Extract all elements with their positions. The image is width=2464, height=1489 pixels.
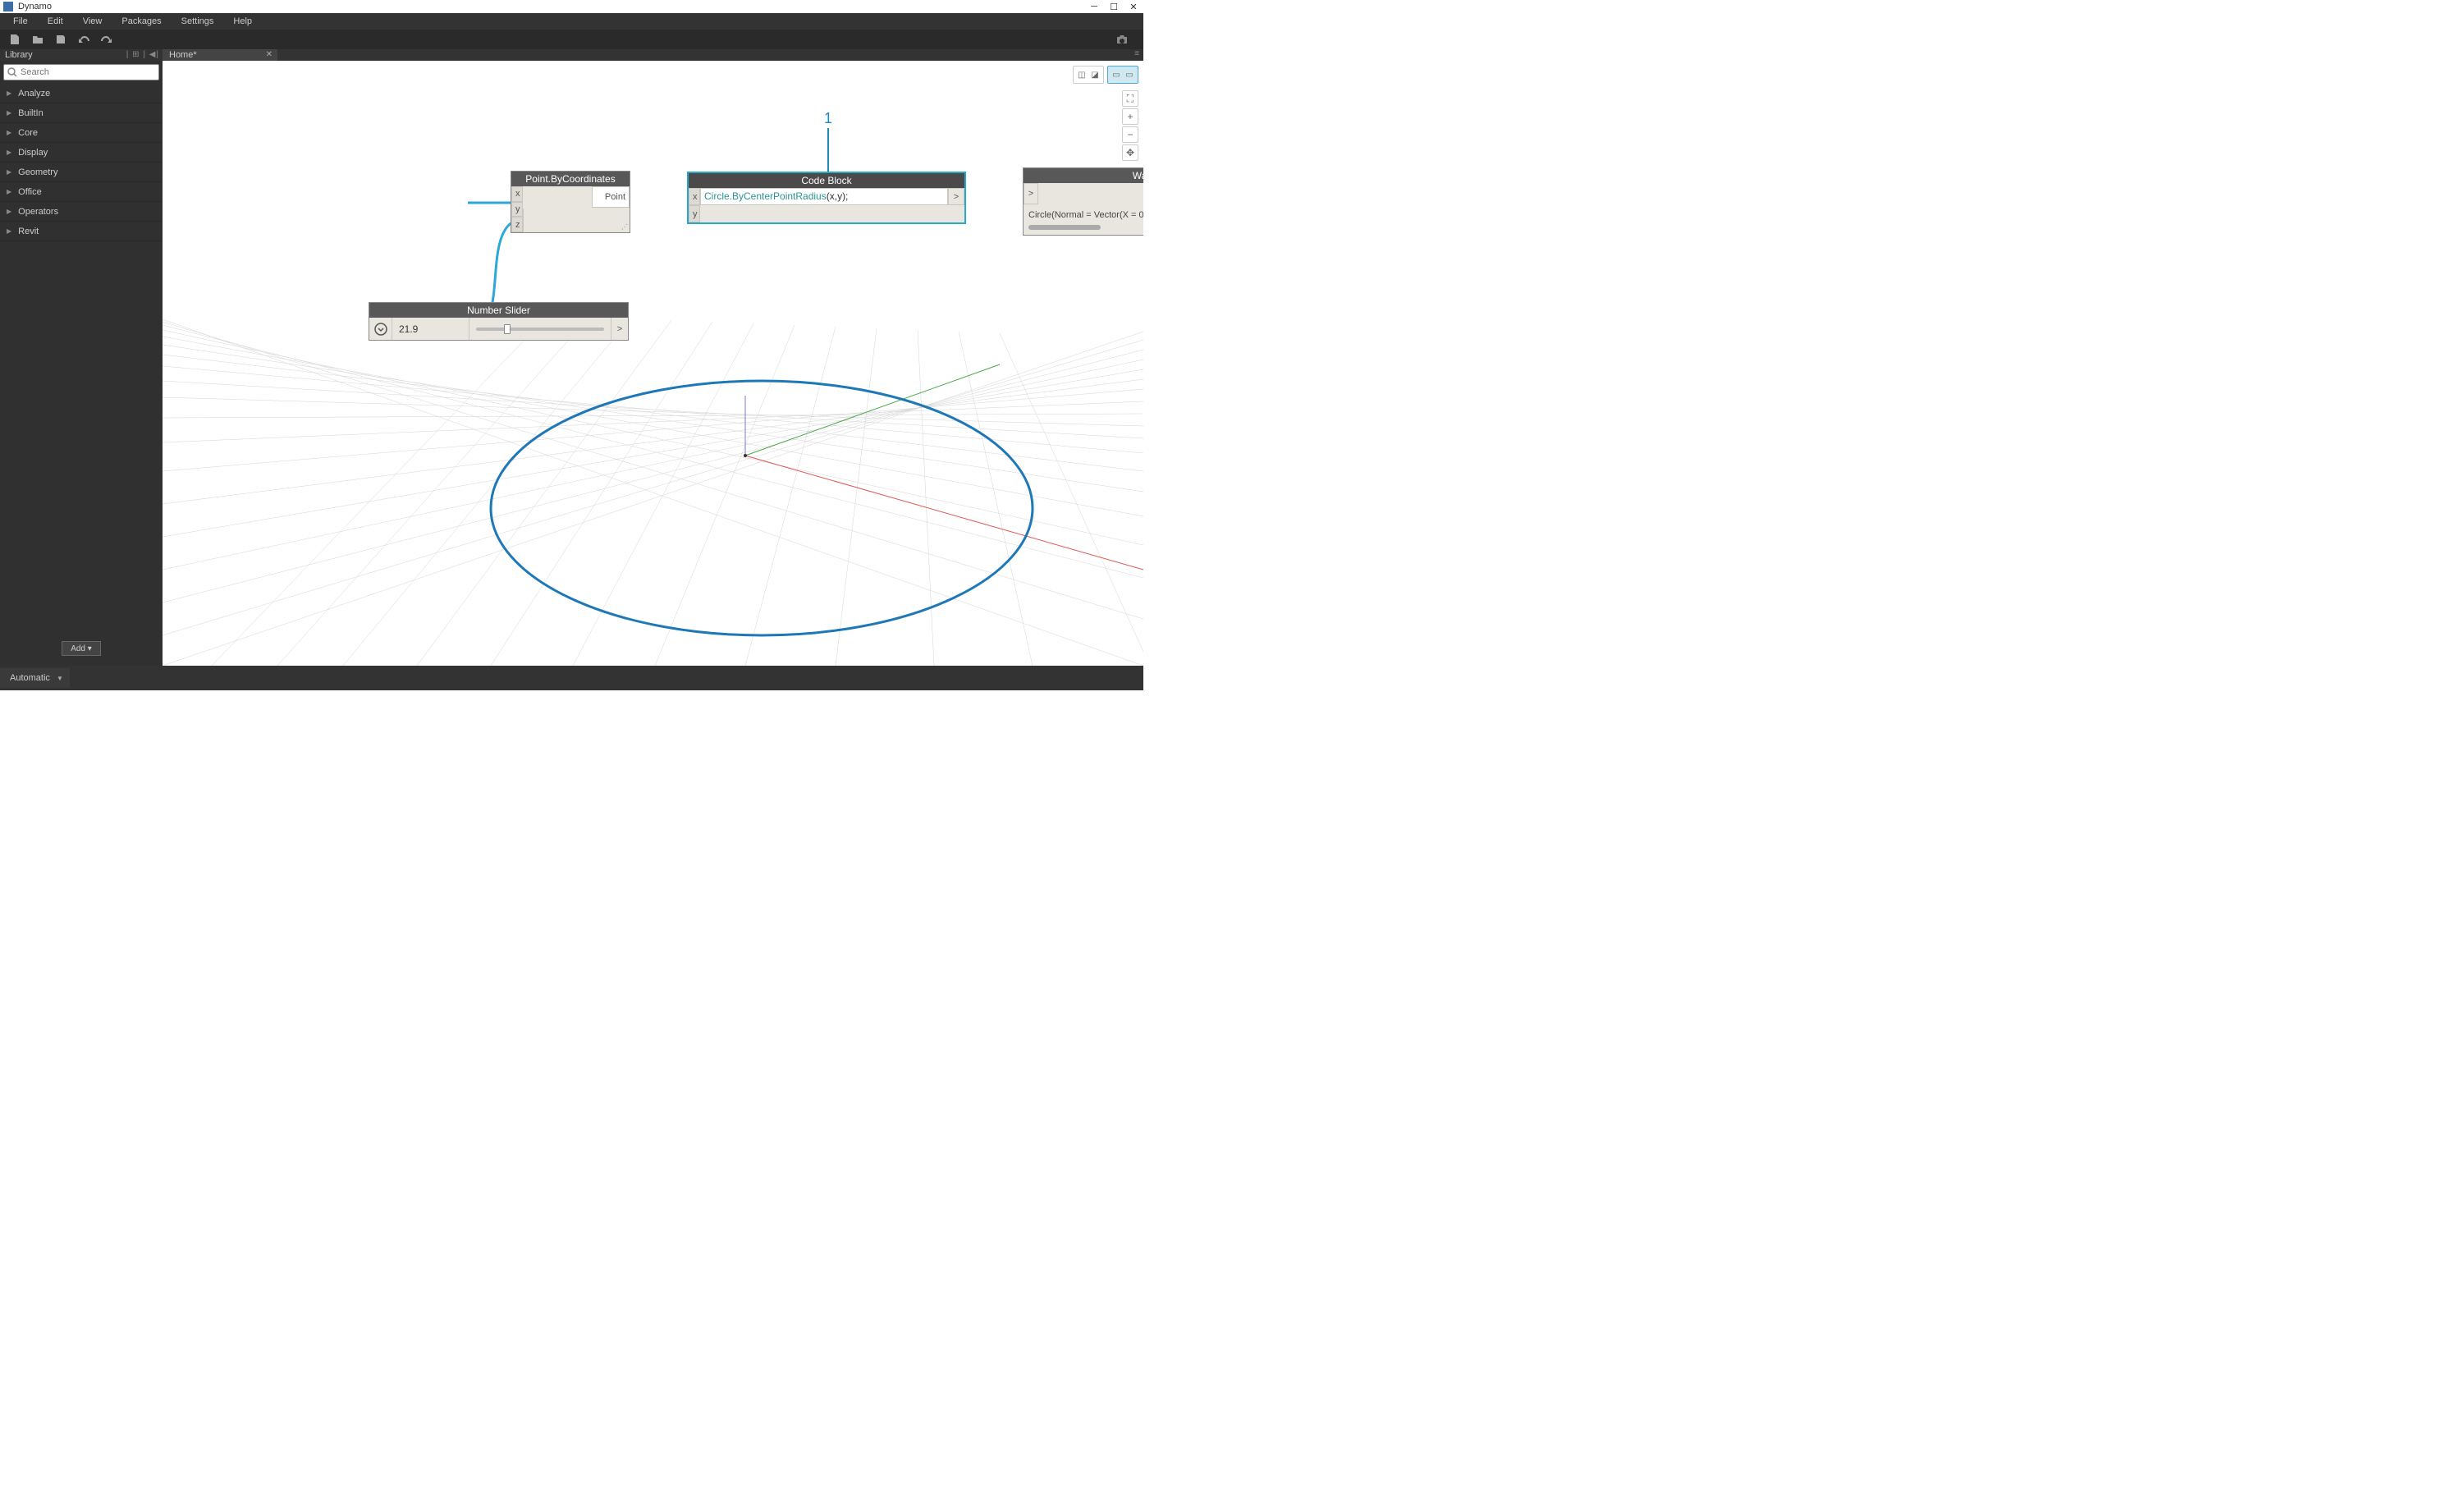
node-number-slider[interactable]: Number Slider 21.9 > xyxy=(369,302,629,341)
cube-wire-icon: ◫ xyxy=(1075,68,1088,81)
app-logo-icon xyxy=(3,2,13,11)
menu-view[interactable]: View xyxy=(73,13,112,30)
save-icon[interactable] xyxy=(53,31,69,48)
node-code-input-x[interactable]: x xyxy=(689,188,700,205)
category-analyze[interactable]: ▶Analyze xyxy=(0,84,163,103)
node-watch[interactable]: Watch > > Circle(Normal = Vector(X = 0.0… xyxy=(1023,167,1143,236)
slider-value[interactable]: 21.9 xyxy=(392,318,469,340)
graph-3d-icon: ▭ xyxy=(1123,68,1136,81)
node-point-input-y[interactable]: y xyxy=(511,202,523,218)
node-code-title: Code Block xyxy=(689,173,964,188)
status-bar: Automatic ▼ xyxy=(0,666,1143,690)
menu-edit[interactable]: Edit xyxy=(38,13,73,30)
category-display[interactable]: ▶Display xyxy=(0,143,163,163)
node-point-title: Point.ByCoordinates xyxy=(511,172,630,186)
node-code-block[interactable]: Code Block x Circle.ByCenterPointRadius(… xyxy=(687,172,966,224)
run-mode-dropdown[interactable]: Automatic ▼ xyxy=(0,668,70,688)
node-point-bycoordinates[interactable]: Point.ByCoordinates x y z Point ⋰ xyxy=(511,171,630,233)
slider-thumb[interactable] xyxy=(504,324,511,334)
close-button[interactable]: ✕ xyxy=(1124,0,1143,13)
node-watch-title: Watch xyxy=(1024,168,1143,183)
node-code-output[interactable]: > xyxy=(948,188,964,205)
tab-close-icon[interactable]: ✕ xyxy=(266,49,273,61)
callout-line-1 xyxy=(827,128,829,172)
search-icon xyxy=(7,67,17,77)
tab-menu-icon[interactable]: ≡ xyxy=(1134,49,1140,58)
menu-packages[interactable]: Packages xyxy=(112,13,171,30)
redo-icon[interactable] xyxy=(98,31,115,48)
graph-2d-icon: ▭ xyxy=(1110,68,1123,81)
category-revit[interactable]: ▶Revit xyxy=(0,222,163,241)
category-operators[interactable]: ▶Operators xyxy=(0,202,163,222)
tab-home[interactable]: Home* ✕ xyxy=(163,49,277,61)
node-watch-input[interactable]: > xyxy=(1024,183,1038,204)
title-bar: Dynamo ─ ☐ ✕ xyxy=(0,0,1143,13)
toolbar xyxy=(0,30,1143,49)
slider-expand-icon[interactable] xyxy=(369,318,392,340)
workspace-canvas[interactable]: 1 Point.ByCoordinates x y z Point ⋰ xyxy=(163,61,1143,666)
menu-file[interactable]: File xyxy=(3,13,38,30)
code-block-editor[interactable]: Circle.ByCenterPointRadius(x,y); xyxy=(700,188,948,205)
dropdown-icon: ▼ xyxy=(57,675,63,682)
callout-label-1: 1 xyxy=(824,110,832,127)
library-header: Library | ⊞ | ◀| xyxy=(0,49,163,61)
node-slider-title: Number Slider xyxy=(369,303,628,318)
library-view-icons[interactable]: | ⊞ | ◀| xyxy=(126,49,159,61)
tab-row: Library | ⊞ | ◀| Home* ✕ ≡ xyxy=(0,49,1143,61)
category-geometry[interactable]: ▶Geometry xyxy=(0,163,163,182)
node-slider-output[interactable]: > xyxy=(611,318,628,340)
pan-button[interactable]: ✥ xyxy=(1122,144,1138,161)
zoom-fit-button[interactable]: ⛶ xyxy=(1122,90,1138,107)
category-core[interactable]: ▶Core xyxy=(0,123,163,143)
view-mode-geometry[interactable]: ◫ ◪ xyxy=(1073,66,1104,84)
category-office[interactable]: ▶Office xyxy=(0,182,163,202)
node-point-input-x[interactable]: x xyxy=(511,186,523,202)
add-button[interactable]: Add ▾ xyxy=(62,641,101,656)
minimize-button[interactable]: ─ xyxy=(1084,0,1104,13)
node-point-input-z[interactable]: z xyxy=(511,217,523,232)
node-wires xyxy=(163,61,1143,666)
menu-bar: File Edit View Packages Settings Help xyxy=(0,13,1143,30)
undo-icon[interactable] xyxy=(76,31,92,48)
menu-help[interactable]: Help xyxy=(223,13,262,30)
category-builtin[interactable]: ▶BuiltIn xyxy=(0,103,163,123)
camera-icon[interactable] xyxy=(1114,31,1130,48)
zoom-in-button[interactable]: + xyxy=(1122,108,1138,125)
app-title: Dynamo xyxy=(18,2,52,11)
view-mode-graph[interactable]: ▭ ▭ xyxy=(1107,66,1138,84)
slider-track[interactable] xyxy=(469,318,611,340)
node-watch-content: Circle(Normal = Vector(X = 0.000, Y = 0.… xyxy=(1024,204,1143,235)
menu-settings[interactable]: Settings xyxy=(172,13,224,30)
search-field[interactable] xyxy=(21,67,155,77)
background-3d-view xyxy=(163,61,1143,666)
library-sidebar: ▶Analyze ▶BuiltIn ▶Core ▶Display ▶Geomet… xyxy=(0,61,163,666)
open-file-icon[interactable] xyxy=(30,31,46,48)
maximize-button[interactable]: ☐ xyxy=(1104,0,1124,13)
watch-scrollbar[interactable] xyxy=(1028,225,1101,230)
new-file-icon[interactable] xyxy=(7,31,23,48)
node-code-input-y[interactable]: y xyxy=(689,205,700,222)
node-point-output[interactable]: Point xyxy=(592,186,630,208)
zoom-out-button[interactable]: − xyxy=(1122,126,1138,143)
cube-solid-icon: ◪ xyxy=(1088,68,1101,81)
search-input[interactable] xyxy=(3,64,159,80)
